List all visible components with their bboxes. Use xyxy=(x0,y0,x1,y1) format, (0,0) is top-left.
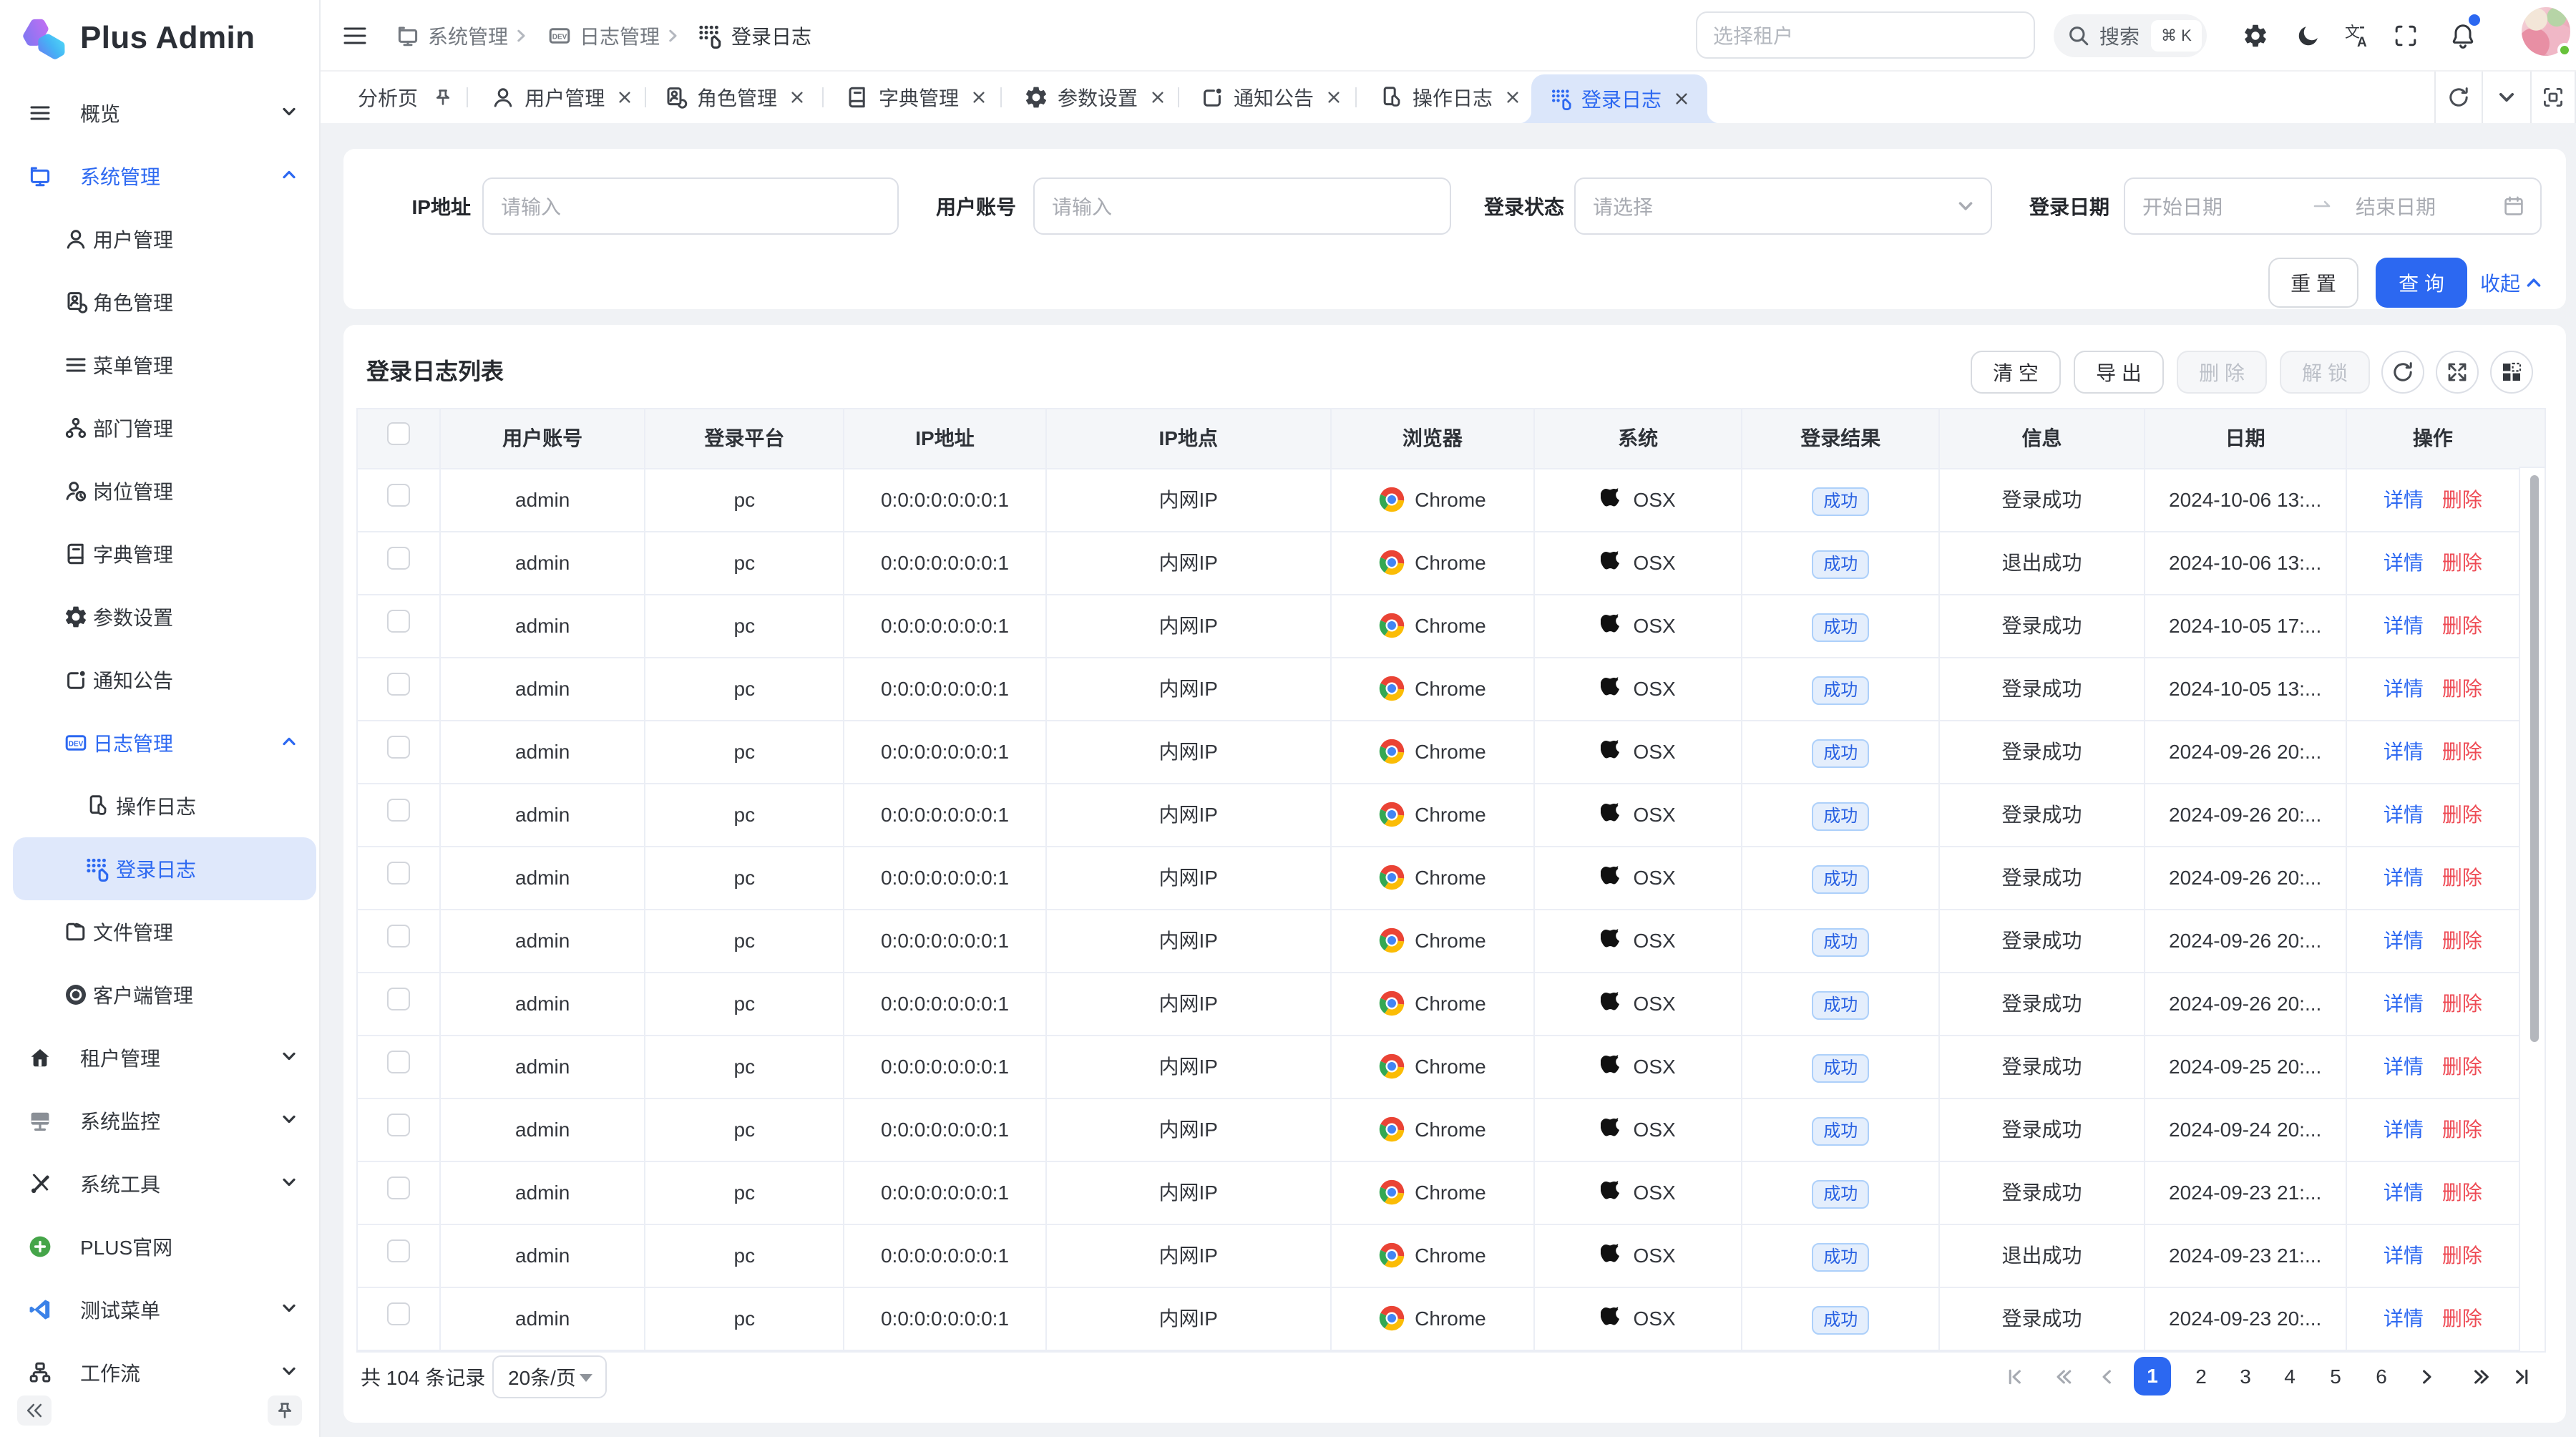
svg-text:A: A xyxy=(2357,35,2367,49)
svg-text:DEV: DEV xyxy=(552,33,567,41)
svg-text:DEV: DEV xyxy=(69,740,84,748)
